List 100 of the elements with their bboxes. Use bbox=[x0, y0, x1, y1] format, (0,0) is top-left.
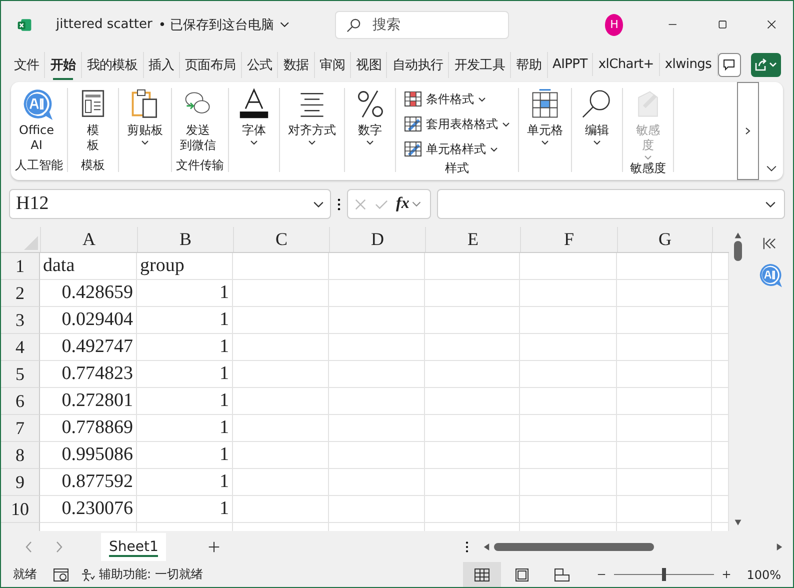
ribbon-button[interactable]: 对齐方式 bbox=[284, 88, 340, 157]
save-status[interactable]: • 已保存到这台电脑 bbox=[158, 16, 274, 34]
highlight-table-icon bbox=[404, 91, 422, 107]
ribbon-tab[interactable]: 自动执行 bbox=[387, 52, 450, 78]
ribbon-tab[interactable]: 视图 bbox=[351, 52, 388, 78]
table-cell: 0.272801 bbox=[40, 388, 137, 415]
table-cell: group bbox=[137, 253, 233, 280]
share-button[interactable] bbox=[750, 52, 781, 76]
name-box[interactable]: H12 bbox=[9, 189, 331, 219]
more-button[interactable] bbox=[737, 82, 759, 180]
row-header[interactable]: 10 bbox=[1, 496, 40, 523]
row-header[interactable]: 8 bbox=[1, 442, 40, 469]
ribbon-button[interactable]: 数字 bbox=[349, 88, 391, 157]
check-icon[interactable] bbox=[375, 198, 388, 210]
ribbon-tab[interactable]: 开发工具 bbox=[449, 52, 512, 78]
arrow-up-icon[interactable] bbox=[732, 231, 742, 239]
ribbon-tab[interactable]: 我的模板 bbox=[82, 52, 144, 78]
chevron-down-icon[interactable] bbox=[280, 21, 290, 28]
ribbon-tab[interactable]: xlChart+ bbox=[593, 53, 660, 76]
row-header[interactable]: 1 bbox=[1, 253, 40, 280]
maximize-icon[interactable] bbox=[718, 19, 727, 30]
row-header[interactable]: 7 bbox=[1, 415, 40, 442]
macro-record-icon[interactable] bbox=[53, 568, 69, 582]
column-header[interactable]: A bbox=[40, 227, 137, 252]
ribbon-button[interactable]: 单元格 bbox=[523, 88, 567, 157]
row-header[interactable]: 6 bbox=[1, 388, 40, 415]
comments-button[interactable] bbox=[718, 52, 741, 76]
arrow-right-icon[interactable] bbox=[776, 542, 783, 552]
plus-icon[interactable] bbox=[208, 540, 220, 552]
chevron-right-icon bbox=[745, 127, 751, 135]
status-text: 就绪 bbox=[13, 566, 37, 583]
ribbon-tab[interactable]: 文件 bbox=[9, 52, 46, 78]
ribbon-tab[interactable]: 插入 bbox=[144, 52, 180, 78]
search-field[interactable]: 搜索 bbox=[335, 10, 510, 38]
table-cell: 0.230076 bbox=[40, 496, 137, 523]
accessibility-button[interactable]: 辅助功能: 一切就绪 bbox=[81, 566, 203, 583]
table-cell: 0.774823 bbox=[40, 361, 137, 388]
table-cell: 1 bbox=[137, 442, 233, 469]
ribbon-tab[interactable]: AIPPT bbox=[548, 53, 594, 76]
table-brush-icon bbox=[404, 141, 422, 157]
ribbon-button[interactable]: 剪贴板 bbox=[123, 88, 167, 157]
ribbon-button[interactable]: 条件格式 bbox=[404, 88, 510, 110]
user-avatar[interactable]: H bbox=[605, 14, 624, 36]
accessibility-icon bbox=[81, 568, 95, 582]
row-header[interactable]: 2 bbox=[1, 280, 40, 307]
close-icon[interactable] bbox=[766, 19, 776, 30]
table-cell: 1 bbox=[137, 361, 233, 388]
table-cell: 1 bbox=[137, 280, 233, 307]
arrow-left-icon[interactable] bbox=[483, 542, 490, 552]
column-header[interactable]: C bbox=[233, 227, 329, 252]
more-icon[interactable] bbox=[337, 198, 341, 210]
ribbon-tab[interactable]: 帮助 bbox=[511, 52, 548, 78]
group-label: 敏感度 bbox=[629, 160, 667, 175]
ribbon-button[interactable]: 单元格样式 bbox=[404, 138, 510, 160]
chevron-down-icon bbox=[765, 200, 776, 208]
table-cell: 1 bbox=[137, 334, 233, 361]
plus-icon[interactable] bbox=[722, 570, 731, 579]
table-cell: 0.995086 bbox=[40, 442, 137, 469]
letter-a-icon bbox=[237, 88, 271, 120]
ribbon-button[interactable]: 编辑 bbox=[576, 88, 618, 157]
group-label: 模板 bbox=[80, 157, 106, 172]
row-header[interactable]: 3 bbox=[1, 307, 40, 334]
table-cell: 1 bbox=[137, 307, 233, 334]
page-icon bbox=[514, 568, 530, 582]
ribbon-button[interactable]: 套用表格格式 bbox=[404, 113, 510, 135]
normal-view-button[interactable] bbox=[462, 562, 501, 587]
ribbon-button[interactable]: 字体 bbox=[233, 88, 275, 157]
scroll-thumb[interactable] bbox=[734, 241, 742, 261]
ribbon-button[interactable]: 模 板 bbox=[72, 88, 114, 157]
collapse-icon[interactable] bbox=[762, 237, 777, 250]
ribbon-tab[interactable]: 开始 bbox=[45, 52, 82, 78]
insert-function-button[interactable]: fx bbox=[396, 195, 410, 213]
row-header[interactable]: 5 bbox=[1, 361, 40, 388]
ribbon-button[interactable]: Office AI bbox=[15, 88, 58, 157]
horizontal-scrollbar[interactable] bbox=[483, 540, 783, 552]
chevron-down-icon[interactable] bbox=[766, 165, 777, 172]
column-header[interactable]: G bbox=[617, 227, 712, 252]
table-cell: 0.778869 bbox=[40, 415, 137, 442]
row-header[interactable]: 9 bbox=[1, 469, 40, 496]
zoom-level[interactable]: 100% bbox=[746, 568, 781, 582]
arrow-down-icon[interactable] bbox=[732, 519, 742, 527]
formula-input[interactable] bbox=[437, 189, 785, 219]
share-icon bbox=[754, 58, 778, 72]
column-header[interactable]: F bbox=[520, 227, 617, 252]
table-cell: 0.029404 bbox=[40, 307, 137, 334]
scroll-thumb[interactable] bbox=[494, 542, 654, 550]
ribbon-tab[interactable]: 数据 bbox=[278, 52, 315, 78]
ribbon-tab[interactable]: 审阅 bbox=[314, 52, 352, 78]
column-header[interactable]: D bbox=[329, 227, 425, 252]
more-icon[interactable] bbox=[465, 540, 469, 552]
ribbon-button[interactable]: 发送 到微信 bbox=[176, 88, 220, 157]
group-label: 人工智能 bbox=[15, 157, 63, 172]
sheet-tab[interactable]: Sheet1 bbox=[101, 532, 166, 560]
row-header[interactable]: 4 bbox=[1, 334, 40, 361]
column-header[interactable]: B bbox=[137, 227, 233, 252]
column-header[interactable]: E bbox=[425, 227, 520, 252]
ribbon-tab[interactable]: 页面布局 bbox=[180, 52, 242, 78]
table-cell: 1 bbox=[137, 496, 233, 523]
ribbon-tab[interactable]: 公式 bbox=[242, 52, 278, 78]
search-icon bbox=[346, 18, 362, 32]
